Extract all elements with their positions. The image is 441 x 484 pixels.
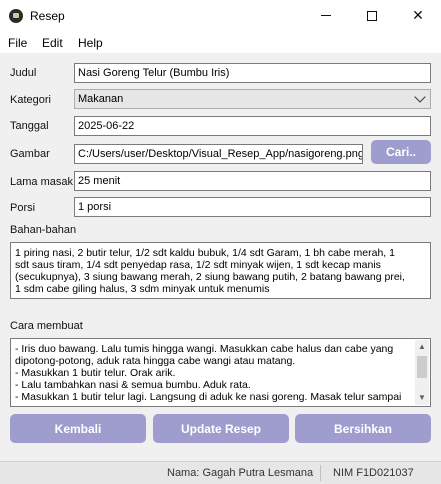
kategori-select[interactable]: Makanan [74,89,431,109]
cara-line: - Lalu tambahkan nasi & semua bumbu. Adu… [15,379,251,391]
menu-bar: File Edit Help [0,31,441,53]
status-name: Nama: Gagah Putra Lesmana [167,467,314,479]
scroll-up-icon[interactable]: ▲ [415,340,429,354]
cara-scrollbar[interactable]: ▲ ▼ [415,340,429,405]
scroll-thumb[interactable] [417,356,427,378]
chevron-down-icon [414,91,426,103]
bahan-line: (secukupnya), 3 siung bawang merah, 2 si… [15,271,405,283]
maximize-icon [367,10,377,21]
close-button[interactable]: ✕ [395,0,441,31]
minimize-icon [321,15,331,16]
lama-masak-input[interactable]: 25 menit [74,171,431,191]
bersihkan-button[interactable]: Bersihkan [295,414,431,443]
status-divider [320,465,321,481]
bahan-line: 1 piring nasi, 2 butir telur, 1/2 sdt ka… [15,247,395,259]
tanggal-input[interactable]: 2025-06-22 [74,116,431,136]
judul-input[interactable]: Nasi Goreng Telur (Bumbu Iris) [74,63,431,83]
porsi-input[interactable]: 1 porsi [74,197,431,217]
cara-line: dipotong-potong, aduk rata hingga cabe w… [15,355,296,367]
window-title: Resep [30,9,65,23]
cara-textarea[interactable]: - Iris duo bawang. Lalu tumis hingga wan… [10,338,431,407]
judul-label: Judul [10,67,37,79]
cara-line: - Masukkan 1 butir telur lagi. Langsung … [15,391,402,403]
minimize-button[interactable] [303,0,349,31]
gambar-label: Gambar [10,148,50,160]
cara-line: - Masukkan 1 butir telur. Orak arik. [15,367,176,379]
kategori-label: Kategori [10,94,51,106]
app-icon [9,9,23,23]
status-nim: NIM F1D021037 [333,467,414,479]
menu-file[interactable]: File [8,36,27,50]
kategori-value: Makanan [78,93,124,105]
porsi-label: Porsi [10,202,36,214]
kembali-button[interactable]: Kembali [10,414,146,443]
close-icon: ✕ [412,7,424,23]
bahan-label: Bahan-bahan [10,224,77,236]
update-recipe-button[interactable]: Update Resep [153,414,289,443]
bahan-textarea[interactable]: 1 piring nasi, 2 butir telur, 1/2 sdt ka… [10,242,431,299]
lama-masak-label: Lama masak [10,176,73,188]
scroll-down-icon[interactable]: ▼ [415,391,429,405]
menu-help[interactable]: Help [78,36,103,50]
cara-label: Cara membuat [10,320,83,332]
maximize-button[interactable] [349,0,395,31]
tanggal-label: Tanggal [10,120,49,132]
cara-line: - Iris duo bawang. Lalu tumis hingga wan… [15,343,394,355]
bahan-line: 1 sdm cabe giling halus, 3 sdm minyak un… [15,283,270,295]
bahan-line: sdt saus tiram, 1/4 sdt penyedap rasa, 1… [15,259,381,271]
title-bar: Resep ✕ [0,0,441,31]
gambar-input[interactable]: C:/Users/user/Desktop/Visual_Resep_App/n… [74,144,363,164]
status-bar: Nama: Gagah Putra Lesmana NIM F1D021037 [0,461,441,484]
menu-edit[interactable]: Edit [42,36,63,50]
browse-image-button[interactable]: Cari.. [371,140,431,164]
